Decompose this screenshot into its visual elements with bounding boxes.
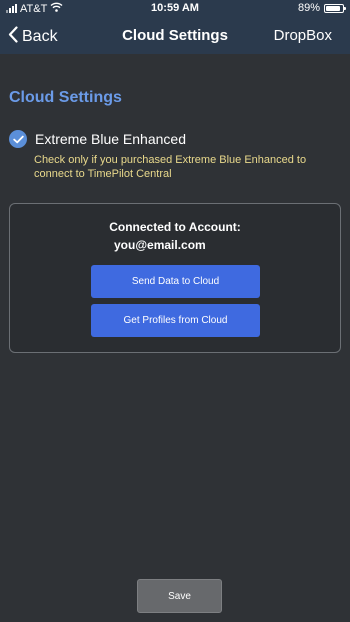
status-right: 89% (297, 2, 346, 14)
checkbox-hint: Check only if you purchased Extreme Blue… (34, 154, 307, 180)
status-bar: AT&T 10:59 AM 89% (0, 0, 350, 18)
battery-icon (324, 3, 346, 13)
battery-percent: 89% (297, 2, 320, 14)
battery-fill (326, 5, 341, 11)
checkmark-icon (9, 130, 27, 148)
account-label: Connected to Account: (109, 220, 241, 234)
section-title: Cloud Settings (9, 89, 122, 106)
extreme-blue-checkbox[interactable]: Extreme Blue Enhanced (9, 130, 186, 148)
save-button[interactable]: Save (137, 579, 222, 613)
back-button[interactable]: Back (8, 26, 58, 48)
account-card: Connected to Account: you@email.com Send… (9, 203, 341, 353)
back-label: Back (22, 28, 58, 45)
checkbox-label: Extreme Blue Enhanced (35, 131, 186, 147)
nav-bar: Back Cloud Settings DropBox (0, 18, 350, 54)
get-profiles-button[interactable]: Get Profiles from Cloud (91, 304, 260, 337)
account-email: you@email.com (114, 238, 206, 252)
dropbox-button[interactable]: DropBox (274, 27, 332, 44)
send-data-button[interactable]: Send Data to Cloud (91, 265, 260, 298)
chevron-left-icon (8, 26, 18, 48)
